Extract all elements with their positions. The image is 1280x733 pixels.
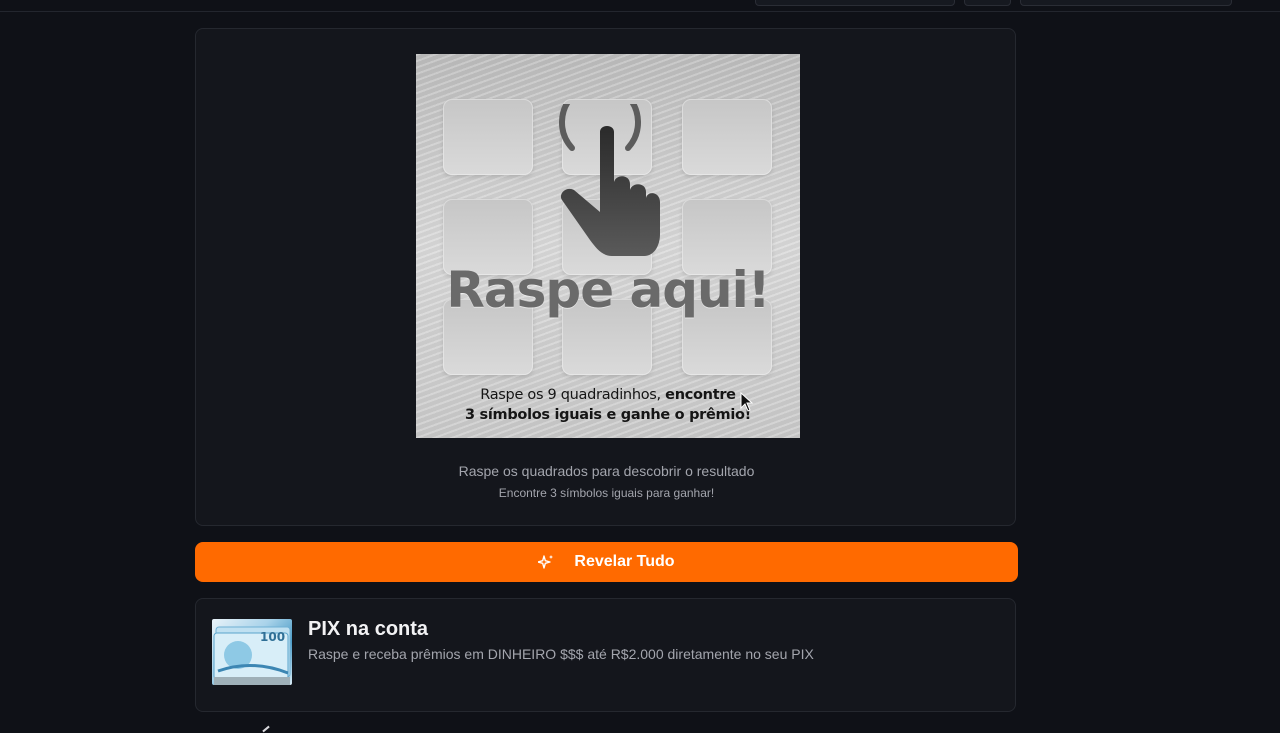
result-hint: Encontre 3 símbolos iguais para ganhar! [498,486,715,500]
bill-denomination: 100 [260,630,285,644]
header-control[interactable] [755,0,955,6]
scratch-card-panel: Raspe aqui! Raspe os 9 quadradinhos, enc… [195,28,1016,526]
pointing-hand-icon [559,104,660,256]
instruction-plain: Raspe os 9 quadradinhos, [480,387,666,403]
instruction-bold-2: 3 símbolos iguais e ganhe o prêmio! [464,407,751,423]
top-navigation-bar [0,0,1280,12]
reveal-all-label: Revelar Tudo [574,553,675,570]
instruction-bold-1: encontre [665,387,736,403]
scratch-title: Raspe aqui! [446,261,770,319]
header-account-control[interactable] [1020,0,1232,6]
prize-description: Raspe e receba prêmios em DINHEIRO $$$ a… [308,646,814,662]
scratch-tile[interactable] [443,99,533,175]
prize-info-card: 100 PIX na conta Raspe e receba prêmios … [195,598,1016,712]
result-message: Raspe os quadrados para descobrir o resu… [458,463,755,479]
reveal-all-button[interactable]: Revelar Tudo [195,542,1018,582]
scratch-canvas[interactable]: Raspe aqui! Raspe os 9 quadradinhos, enc… [416,54,800,438]
header-button[interactable] [964,0,1011,6]
prize-title: PIX na conta [308,618,429,640]
next-section-glimpse [262,725,270,733]
scratch-tile[interactable] [682,99,772,175]
sparkles-icon [538,555,554,569]
money-bills-icon: 100 [212,619,292,685]
mouse-cursor-icon [740,392,754,412]
money-bills-illustration: 100 [213,626,291,685]
